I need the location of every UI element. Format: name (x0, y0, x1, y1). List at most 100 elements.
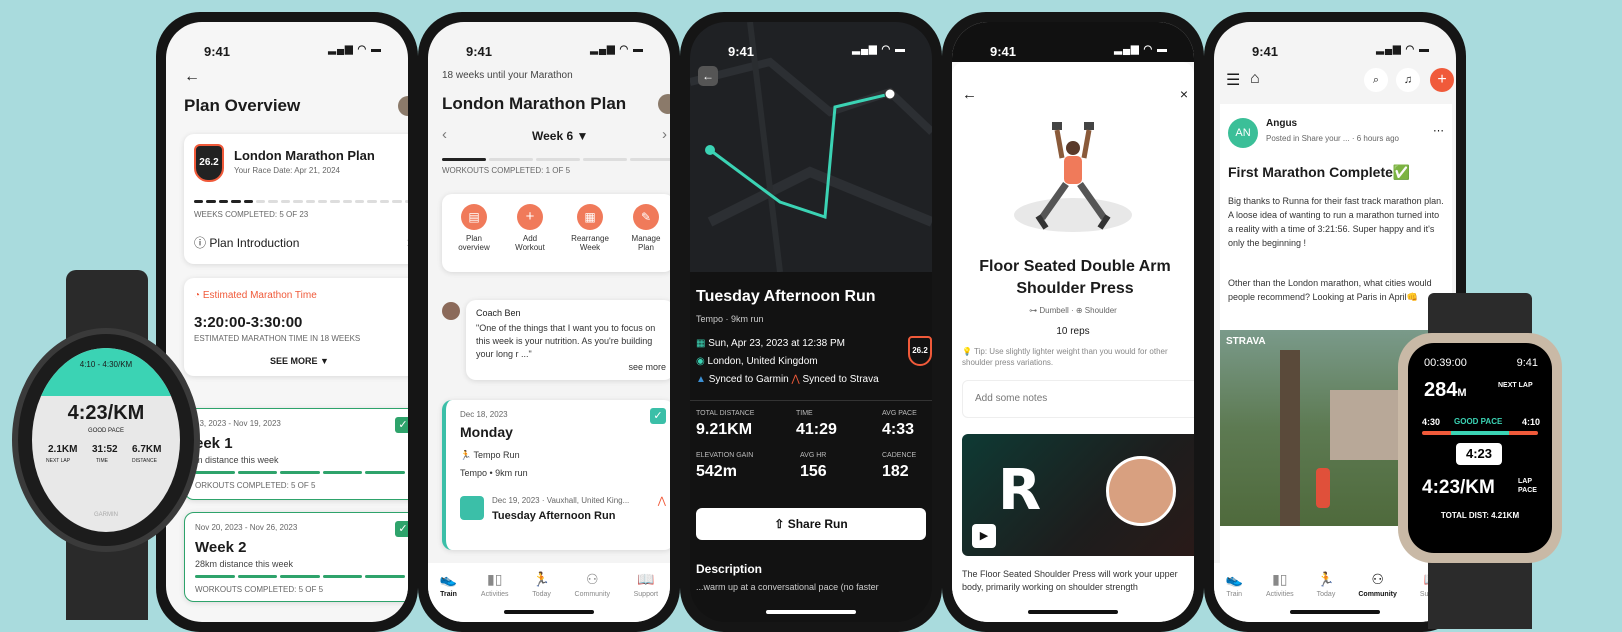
plan-introduction-link[interactable]: ⓘ Plan Introduction (194, 234, 299, 251)
week-card-1[interactable]: 13, 2023 - Nov 19, 2023 eek 1 m distance… (184, 408, 408, 500)
stat-value: 542m (696, 463, 737, 480)
play-icon[interactable]: ▶ (972, 524, 996, 548)
back-arrow-icon[interactable]: ← (698, 66, 718, 86)
manage-plan-button[interactable]: ✎ Manage Plan (626, 204, 666, 252)
nav-train[interactable]: 👟 Train (440, 571, 457, 598)
avatar[interactable] (398, 96, 408, 116)
nav-today[interactable]: 🏃 Today (532, 571, 551, 598)
page-title: London Marathon Plan (442, 94, 627, 113)
week-completed: ORKOUTS COMPLETED: 5 OF 5 (195, 481, 316, 490)
next-lap-label: NEXT LAP (46, 458, 71, 464)
estimated-time-value: 3:20:00-3:30:00 (194, 314, 303, 331)
plan-name: London Marathon Plan (234, 148, 375, 163)
menu-icon[interactable]: ☰ (1226, 70, 1240, 90)
post-body-1: Big thanks to Runna for their fast track… (1228, 196, 1444, 248)
video-player[interactable]: R ▶ (962, 434, 1194, 556)
home-icon[interactable]: ⌂ (1250, 70, 1260, 88)
tree-trunk (1280, 350, 1300, 526)
share-run-button[interactable]: ⇧ Share Run (696, 508, 926, 540)
people-icon: ⚇ (1371, 571, 1384, 587)
workouts-completed: WORKOUTS COMPLETED: 1 OF 5 (442, 166, 571, 175)
run-title: Tuesday Afternoon Run (696, 288, 876, 305)
week-selector[interactable]: Week 6 ▼ (532, 129, 588, 143)
search-icon[interactable]: ⌕ (1364, 68, 1388, 92)
time-label: TIME (96, 458, 108, 464)
day-card[interactable]: Dec 18, 2023 Monday ✓ 🏃 Tempo Run Tempo … (442, 400, 670, 550)
home-indicator (1290, 610, 1380, 614)
dumbbell-icon: ⊶ (1029, 306, 1040, 315)
see-more-button[interactable]: SEE MORE ▼ (270, 356, 329, 366)
nav-today[interactable]: 🏃 Today (1317, 571, 1336, 598)
estimated-time-card: ◔ Estimated Marathon Time 3:20:00-3:30:0… (184, 278, 408, 376)
pace-low: 4:30 (1422, 417, 1441, 427)
run-location: ◉ London, United Kingdom (696, 356, 818, 367)
add-workout-button[interactable]: + Add Workout (512, 204, 548, 252)
new-post-button[interactable]: + (1430, 68, 1454, 92)
calendar-icon: ▦ (696, 338, 709, 349)
watch-strap-bottom (66, 540, 148, 620)
status-bar: 9:41 ▂▄▆ ◠ ▬ (728, 44, 906, 59)
plan-overview-button[interactable]: ▤ Plan overview (456, 204, 492, 252)
route-map-svg (690, 22, 932, 273)
stat-value: 182 (882, 463, 909, 480)
notes-input[interactable]: Add some notes (962, 380, 1194, 418)
nav-community[interactable]: ⚇ Community (1358, 571, 1397, 598)
apple-watch: 00:39:00 9:41 284M NEXT LAP 4:30 GOOD PA… (1398, 293, 1562, 629)
edit-icon: ✎ (633, 204, 659, 230)
week-dates: Nov 20, 2023 - Nov 26, 2023 (195, 523, 298, 532)
status-bar: 9:41 ▂▄▆ ◠ ▬ (466, 44, 644, 59)
exercise-title: Floor Seated Double Arm Shoulder Press (979, 258, 1171, 297)
shoe-icon: 👟 (1225, 571, 1243, 587)
estimated-time-label: ◔ Estimated Marathon Time (194, 290, 317, 301)
home-indicator (1028, 610, 1118, 614)
back-arrow-icon[interactable]: ← (962, 86, 977, 103)
see-more-link[interactable]: see more (628, 362, 666, 372)
avatar[interactable] (658, 94, 670, 114)
coach-text: "One of the things that I want you to fo… (476, 323, 656, 359)
garmin-logo: GARMIN (94, 512, 118, 518)
nav-train[interactable]: 👟 Train (1226, 571, 1243, 598)
runner-icon: 🏃 (1317, 571, 1335, 587)
race-date: Your Race Date: Apr 21, 2024 (234, 166, 340, 175)
route-map[interactable] (690, 22, 932, 273)
more-icon[interactable]: ⋯ (1433, 124, 1444, 137)
watch-screen: 00:39:00 9:41 284M NEXT LAP 4:30 GOOD PA… (1408, 343, 1552, 553)
next-week-icon[interactable]: › (662, 126, 667, 143)
close-icon[interactable]: × (1180, 86, 1188, 102)
runner-icon: 🏃 (532, 571, 551, 587)
calendar-icon: ▦ (577, 204, 603, 230)
week-completed: WORKOUTS COMPLETED: 5 OF 5 (195, 585, 324, 594)
nav-support[interactable]: 📖Support (634, 571, 659, 598)
week-progress (195, 471, 405, 474)
week-card-2[interactable]: Nov 20, 2023 - Nov 26, 2023 Week 2 28km … (184, 512, 408, 602)
lightbulb-icon: 💡 (962, 347, 975, 356)
activity-meta: Dec 19, 2023 · Vauxhall, United King... (492, 496, 630, 505)
day-name: Monday (460, 424, 513, 440)
back-arrow-icon[interactable]: ← (184, 68, 200, 86)
time-value: 31:52 (92, 444, 118, 455)
nav-activities[interactable]: ▮▯ Activities (481, 571, 509, 598)
pace-zone-bar (1422, 431, 1538, 435)
nav-activities[interactable]: ▮▯ Activities (1266, 571, 1294, 598)
run-date: ▦ Sun, Apr 23, 2023 at 12:38 PM (696, 338, 845, 349)
plan-actions: ▤ Plan overview + Add Workout ▦ Rearrange W… (442, 194, 670, 272)
current-pace-marker: 4:23 (1456, 443, 1502, 465)
stat-value: 9.21KM (696, 421, 753, 438)
bell-icon[interactable]: ♫ (1396, 68, 1420, 92)
rearrange-week-button[interactable]: ▦ Rearrange Week (568, 204, 612, 252)
stat-label: TIME (796, 410, 813, 417)
nav-community[interactable]: ⚇ Community (575, 571, 610, 598)
check-icon: ✓ (395, 521, 408, 537)
estimated-time-sub: ESTIMATED MARATHON TIME IN 18 WEEKS (194, 334, 361, 343)
strava-icon: ⋀ (657, 496, 666, 507)
week-desc: 28km distance this week (195, 559, 294, 569)
divider (690, 400, 932, 401)
coach-name: Coach Ben (476, 308, 521, 318)
plan-card[interactable]: 26.2 London Marathon Plan Your Race Date… (184, 134, 408, 264)
prev-week-icon[interactable]: ‹ (442, 126, 447, 143)
pace-range: 4:10 - 4:30/KM (79, 360, 133, 369)
coach-message[interactable]: Coach Ben "One of the things that I want… (466, 300, 670, 380)
exercise-equipment: ⊶ Dumbell · ⊕ Shoulder (1029, 306, 1117, 315)
marathon-badge-icon: 26.2 (908, 336, 932, 366)
check-icon: ✓ (395, 417, 408, 433)
